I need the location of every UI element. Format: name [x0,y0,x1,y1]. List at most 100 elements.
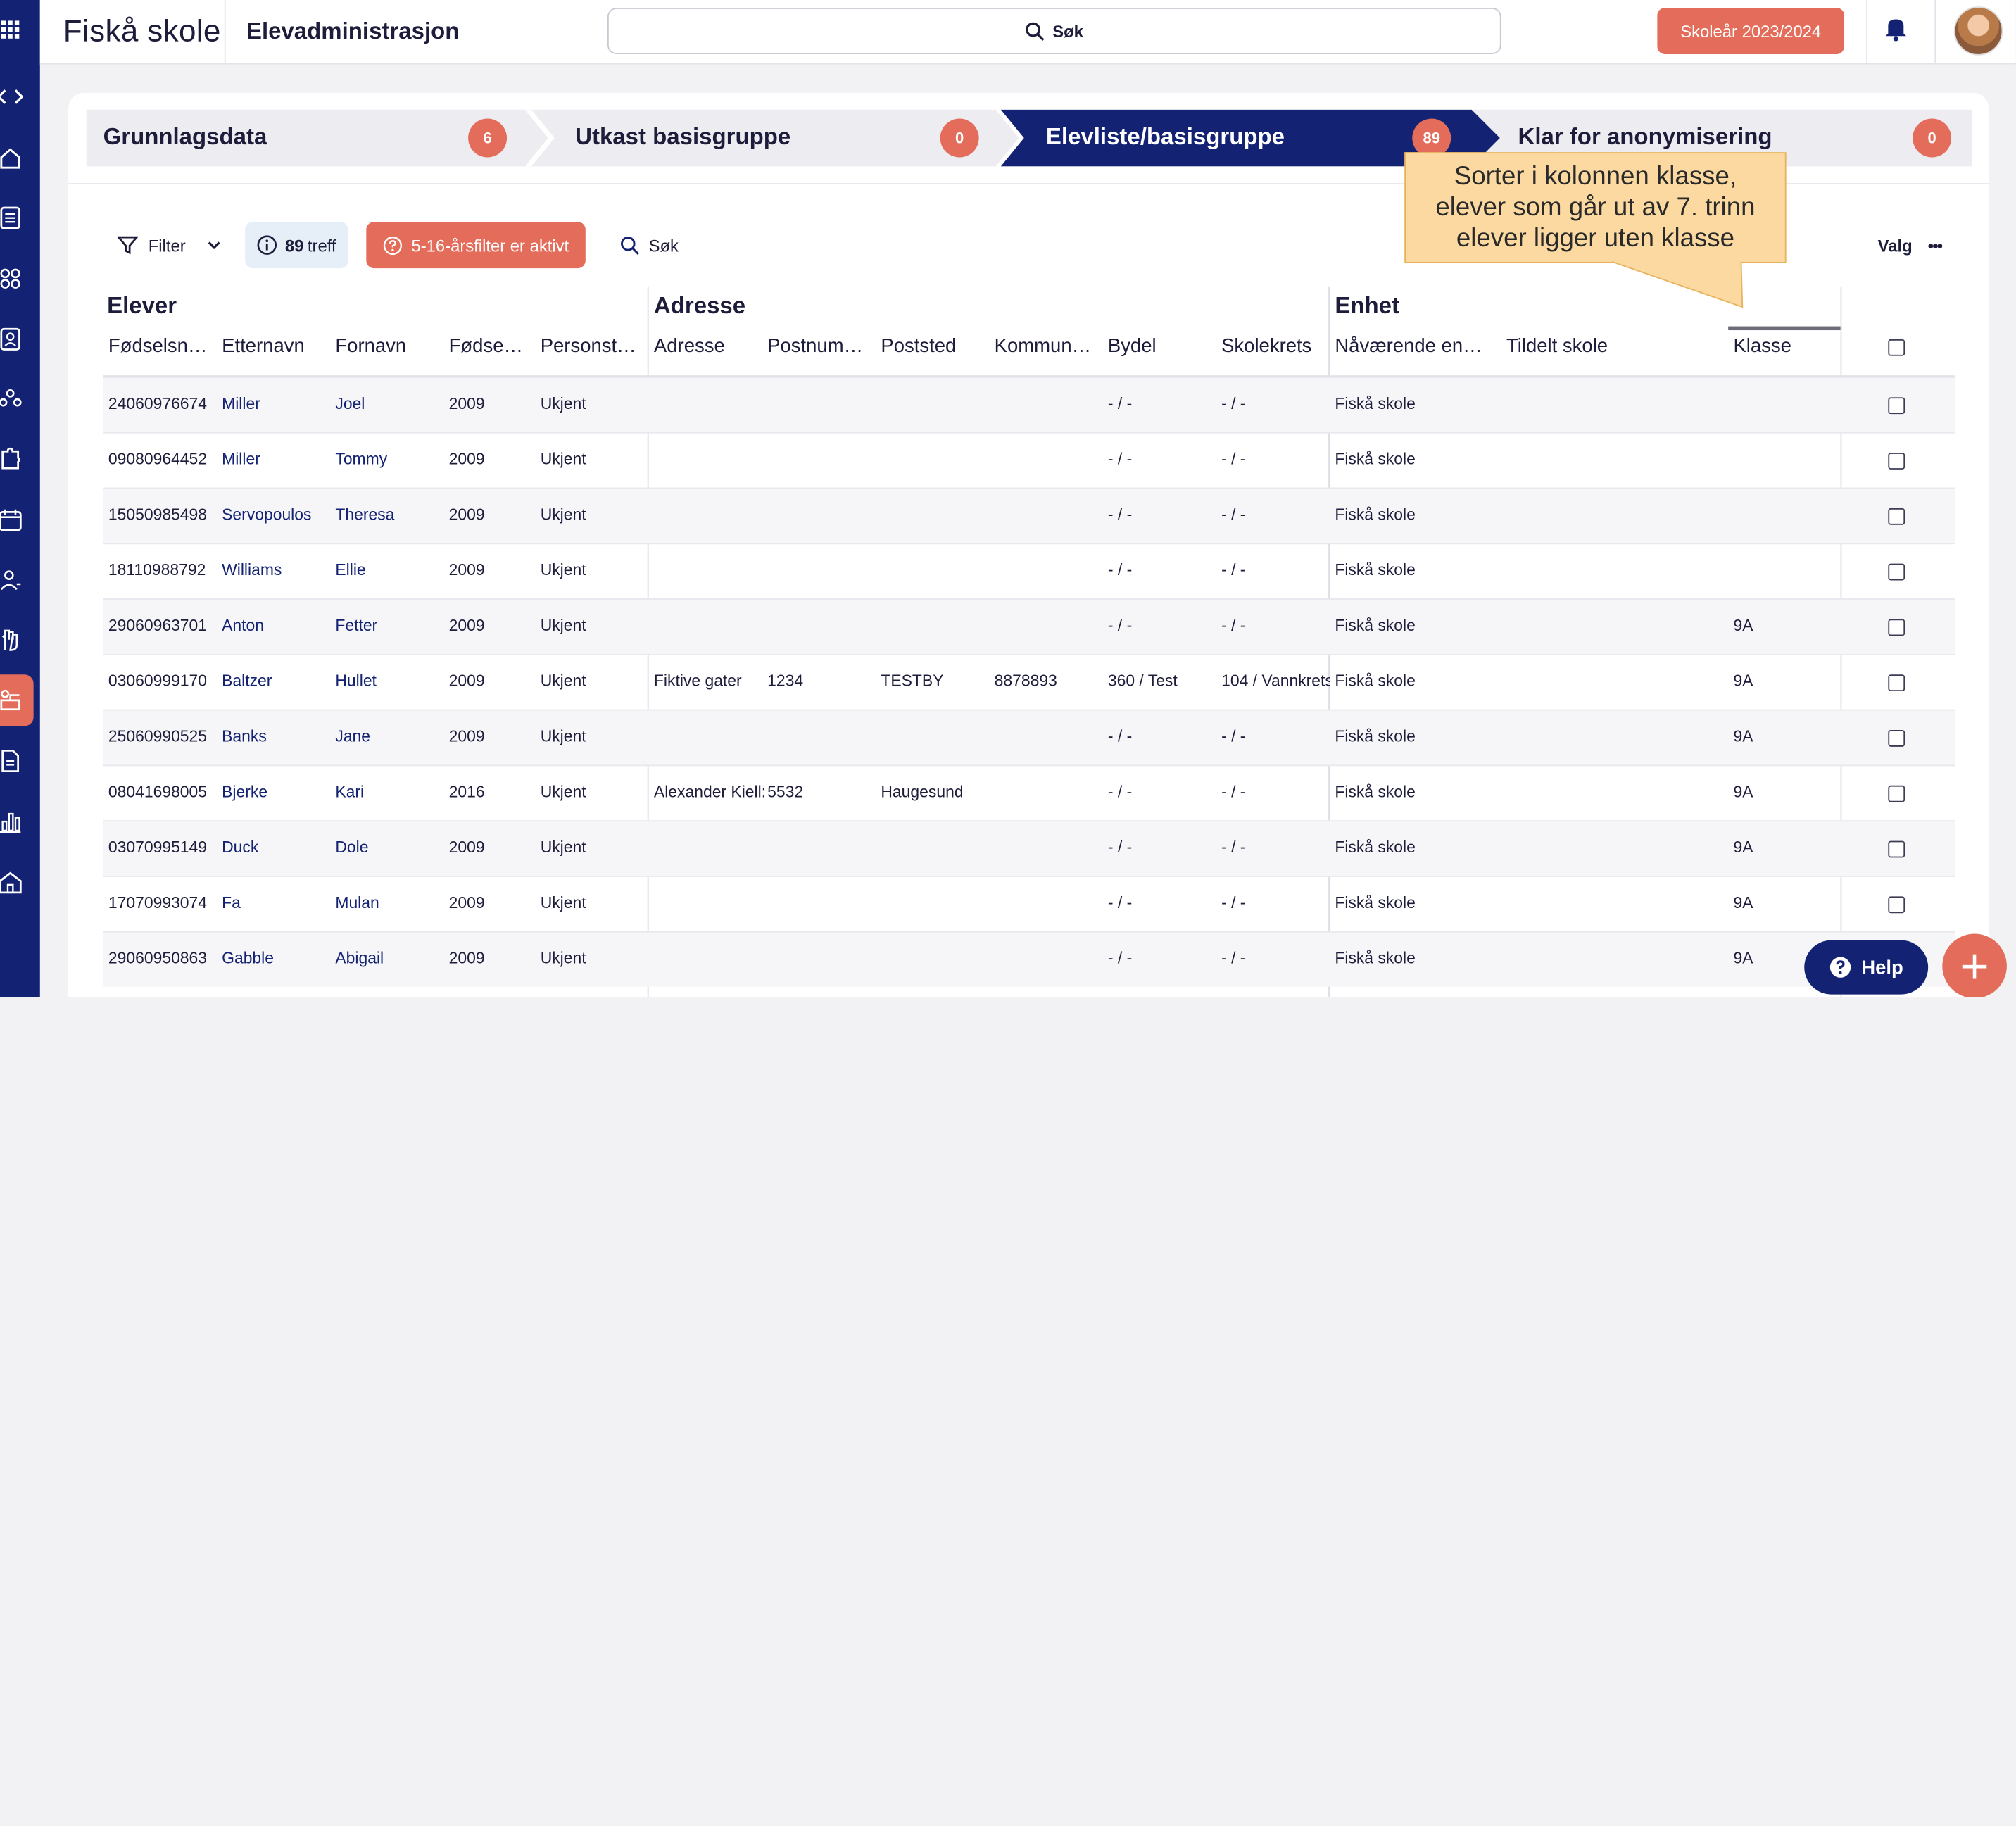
table-cell: Ukjent [540,616,586,635]
help-button[interactable]: Help [1804,940,1929,995]
column-header[interactable]: Poststed [881,335,989,357]
table-row[interactable]: 08041698005 Bjerke Kari 2016 Ukjent Alexander… [103,764,1955,820]
chevron-down-icon[interactable] [206,237,222,253]
table-row[interactable]: 03060999170 Baltzer Hullet 2009 Ukjent Fiktiv… [103,653,1955,710]
options-menu-button[interactable]: Valg ••• [1878,222,1943,268]
table-row[interactable]: 25060990525 Banks Jane 2009 Ukjent - / - - / -… [103,709,1955,765]
table-search-button[interactable]: Søk [620,222,679,268]
global-search-input[interactable]: Søk [607,7,1501,54]
table-cell: Haugesund [881,783,964,801]
table-cell[interactable]: Servopoulos [222,505,330,524]
row-checkbox[interactable] [1888,896,1905,914]
calendar-icon[interactable] [0,505,25,534]
bar-chart-icon[interactable] [0,807,25,836]
table-cell[interactable]: Miller [222,395,330,413]
table-cell[interactable]: Jane [335,727,443,745]
classroom-icon[interactable] [0,686,25,714]
row-checkbox[interactable] [1888,619,1905,636]
plus-icon: + [1958,943,1991,989]
table-cell[interactable]: Hullet [335,672,443,691]
age-filter-button[interactable]: 5-16-årsfilter er aktivt [366,222,586,269]
column-header[interactable]: Nåværende en… [1335,335,1489,357]
hand-icon[interactable] [0,626,25,654]
row-checkbox[interactable] [1888,674,1905,692]
column-header[interactable]: Adresse [654,335,762,357]
row-checkbox[interactable] [1888,785,1905,802]
table-cell[interactable]: Banks [222,727,330,745]
table-cell[interactable]: Theresa [335,505,443,524]
table-cell[interactable]: Baltzer [222,672,330,691]
row-checkbox[interactable] [1888,563,1905,581]
step-utkast-label[interactable]: Utkast basisgruppe [575,124,790,151]
school-year-button[interactable]: Skoleår 2023/2024 [1657,7,1845,54]
column-header-klasse[interactable]: Klasse [1733,335,1837,357]
table-cell[interactable]: Kari [335,783,443,801]
table-cell: - / - [1107,838,1133,857]
table-cell[interactable]: Miller [222,450,330,468]
school-name[interactable]: Fiskå skole [63,14,221,50]
step-klar-label[interactable]: Klar for anonymisering [1518,124,1772,151]
table-row[interactable]: 24060976674 Miller Joel 2009 Ukjent - / - - / … [103,377,1955,432]
table-cell[interactable]: Abigail [335,949,443,967]
table-cell[interactable]: Dole [335,838,443,857]
person-rotate-icon[interactable] [0,566,25,594]
table-row[interactable]: 03070995149 Duck Dole 2009 Ukjent - / - - / - F… [103,820,1955,876]
table-cell[interactable]: Anton [222,617,330,635]
table-row[interactable]: 17070993074 Fa Mulan 2009 Ukjent - / - - / - Fi… [103,876,1955,931]
list-icon[interactable] [0,203,25,232]
id-card-icon[interactable] [0,325,25,353]
table-cell[interactable]: Fetter [335,617,443,635]
column-header[interactable]: Skolekrets [1221,335,1330,357]
table-cell[interactable]: Duck [222,838,330,857]
table-cell[interactable]: Ellie [335,561,443,579]
column-header[interactable]: Kommun… [995,335,1103,357]
table-cell: 9A [1733,783,1753,801]
table-cell[interactable]: Bjerke [222,783,330,801]
filter-button[interactable]: Filter [117,222,222,268]
document-icon[interactable] [0,747,25,775]
table-row[interactable]: 29060950863 Gabble Abigail 2009 Ukjent - / - -… [103,931,1955,987]
filter-label: Filter [148,235,186,255]
table-cell: 18110988792 [108,561,206,579]
table-row[interactable]: 09080964452 Miller Tommy 2009 Ukjent - / - - /… [103,432,1955,488]
home-icon[interactable] [0,144,25,172]
bell-icon[interactable] [1884,15,1908,48]
table-cell: 2016 [448,783,485,801]
add-button[interactable]: + [1942,933,2007,997]
select-all-checkbox[interactable] [1888,339,1905,356]
column-header[interactable]: Personst… [541,335,644,357]
table-cell[interactable]: Joel [335,395,443,413]
group-icon[interactable] [0,265,25,293]
avatar[interactable] [1953,6,2003,56]
column-header[interactable]: Etternavn [222,335,330,357]
column-header[interactable]: Bydel [1108,335,1216,357]
table-cell[interactable]: Williams [222,561,330,579]
table-row[interactable]: 18110988792 Williams Ellie 2009 Ukjent - / - -… [103,543,1955,598]
row-checkbox[interactable] [1888,730,1905,747]
row-checkbox[interactable] [1888,840,1905,858]
puzzle-icon[interactable] [0,445,25,473]
row-checkbox[interactable] [1888,508,1905,525]
row-checkbox[interactable] [1888,397,1905,415]
people-network-icon[interactable] [0,384,25,413]
search-icon [621,236,639,255]
step-elevliste-label[interactable]: Elevliste/basisgruppe [1046,124,1285,151]
top-bar: Fiskå skole Elevadministrasjon Søk Skole… [39,0,2016,65]
table-cell: - / - [1107,727,1133,746]
collapse-expand-icon[interactable] [0,82,25,111]
step-grunnlagsdata-label[interactable]: Grunnlagsdata [103,124,267,151]
table-cell[interactable]: Mulan [335,894,443,912]
column-header[interactable]: Fødselsn… [108,335,217,357]
table-row[interactable]: 15050985498 Servopoulos Theresa 2009 Ukjent -… [103,487,1955,543]
column-header[interactable]: Tildelt skole [1506,335,1661,357]
table-cell[interactable]: Fa [222,894,330,912]
column-header[interactable]: Postnum… [767,335,876,357]
column-header[interactable]: Fornavn [335,335,443,357]
table-row[interactable]: 29060963701 Anton Fetter 2009 Ukjent - / - - /… [103,598,1955,654]
row-checkbox[interactable] [1888,453,1905,470]
table-cell[interactable]: Gabble [222,949,330,967]
school-building-icon[interactable] [0,868,25,896]
table-cell[interactable]: Tommy [335,450,443,468]
column-header[interactable]: Fødse… [449,335,534,357]
grid-icon[interactable] [0,15,25,44]
